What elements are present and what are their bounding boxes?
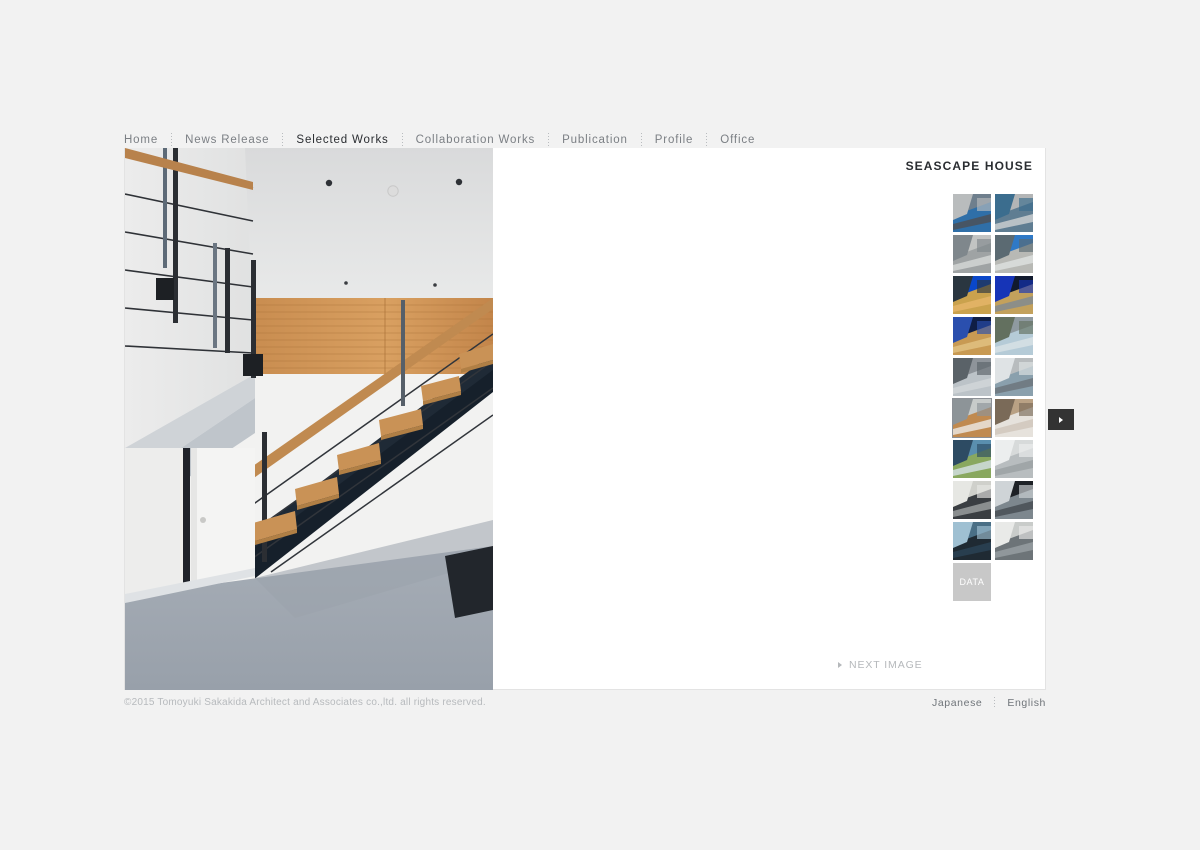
thumbnail-15[interactable] <box>953 481 991 519</box>
chevron-right-icon <box>1059 416 1063 423</box>
thumbnail-10[interactable] <box>995 358 1033 396</box>
thumbnail-7[interactable] <box>953 317 991 355</box>
main-navigation: Home News Release Selected Works Collaborat… <box>124 131 1046 149</box>
thumbnail-1[interactable] <box>953 194 991 232</box>
data-button[interactable]: DATA <box>953 563 991 601</box>
thumbnail-rail: DATA <box>952 194 1033 601</box>
hero-image[interactable] <box>125 148 493 690</box>
thumbnail-17[interactable] <box>953 522 991 560</box>
thumbnail-5[interactable] <box>953 276 991 314</box>
content-panel: SEASCAPE HOUSE DATA NEXT IMAGE <box>124 148 1046 690</box>
thumbnail-13[interactable] <box>953 440 991 478</box>
thumbnail-6[interactable] <box>995 276 1033 314</box>
nav-item-office[interactable]: Office <box>707 132 768 148</box>
thumbnail-2[interactable] <box>995 194 1033 232</box>
thumbnail-12[interactable] <box>995 399 1033 437</box>
panel-expand-tab[interactable] <box>1048 409 1074 430</box>
copyright-text: ©2015 Tomoyuki Sakakida Architect and As… <box>124 697 486 708</box>
nav-item-profile[interactable]: Profile <box>642 132 707 148</box>
page-title: SEASCAPE HOUSE <box>905 159 1033 173</box>
next-image-label: NEXT IMAGE <box>849 659 923 671</box>
thumbnail-16[interactable] <box>995 481 1033 519</box>
language-english[interactable]: English <box>995 696 1046 710</box>
language-japanese[interactable]: Japanese <box>920 696 994 710</box>
thumbnail-9[interactable] <box>953 358 991 396</box>
nav-item-home[interactable]: Home <box>124 132 171 148</box>
thumbnail-11[interactable] <box>952 398 992 438</box>
nav-item-collaboration-works[interactable]: Collaboration Works <box>403 132 548 148</box>
nav-item-news-release[interactable]: News Release <box>172 132 282 148</box>
nav-item-selected-works[interactable]: Selected Works <box>283 132 401 148</box>
nav-item-publication[interactable]: Publication <box>549 132 641 148</box>
play-arrow-icon <box>838 662 842 668</box>
thumbnail-3[interactable] <box>953 235 991 273</box>
page-root: Home News Release Selected Works Collaborat… <box>0 0 1200 850</box>
thumbnail-18[interactable] <box>995 522 1033 560</box>
thumbnail-14[interactable] <box>995 440 1033 478</box>
thumbnail-8[interactable] <box>995 317 1033 355</box>
language-switcher: Japanese English <box>920 696 1046 710</box>
next-image-link[interactable]: NEXT IMAGE <box>838 659 923 671</box>
thumbnail-4[interactable] <box>995 235 1033 273</box>
